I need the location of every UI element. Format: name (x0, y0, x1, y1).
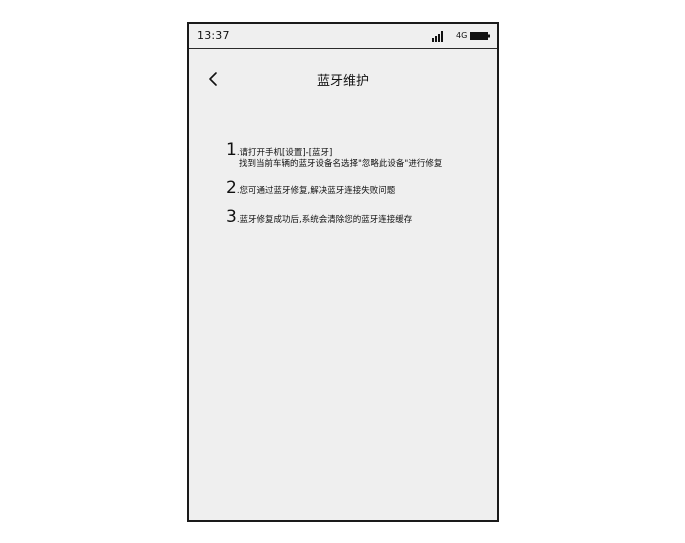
page-title: 蓝牙维护 (316, 74, 369, 89)
step-text: .蓝牙修复成功后,系统会清除您的蓝牙连接缓存 (236, 215, 413, 225)
status-time: 13:37 (197, 29, 230, 42)
step-text: .您可通过蓝牙修复,解决蓝牙连接失败问题 (236, 186, 396, 196)
instruction-step-1: 1.请打开手机[设置]-[蓝牙] 找到当前车辆的蓝牙设备名选择"忽略此设备"进行… (226, 140, 442, 170)
step-number: 3 (226, 207, 237, 227)
instruction-step-3: 3.蓝牙修复成功后,系统会清除您的蓝牙连接缓存 (226, 207, 412, 226)
instruction-step-2: 2.您可通过蓝牙修复,解决蓝牙连接失败问题 (226, 178, 395, 197)
step-number: 1 (226, 140, 237, 160)
step-text: .请打开手机[设置]-[蓝牙] (236, 148, 333, 158)
phone-frame: 13:37 4G 蓝牙维护 1.请打开手机[设置]-[蓝牙] 找到当前车辆的蓝牙… (187, 22, 499, 522)
network-type: 4G (456, 31, 468, 40)
signal-bars-icon (432, 31, 443, 42)
step-subtext: 找到当前车辆的蓝牙设备名选择"忽略此设备"进行修复 (239, 159, 443, 169)
battery-icon (470, 32, 490, 40)
step-number: 2 (226, 178, 237, 198)
status-bar: 13:37 4G (189, 24, 497, 49)
